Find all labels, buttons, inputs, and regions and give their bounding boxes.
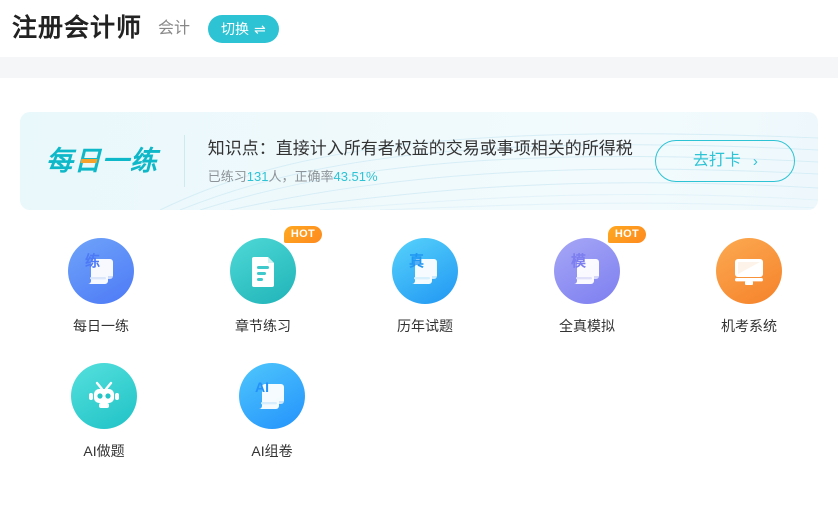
daily-practice-banner[interactable]: 每日一练 知识点：直接计入所有者权益的交易或事项相关的所得税 已练习131人，正…: [20, 112, 818, 210]
icon-wrap: 练: [68, 238, 134, 304]
banner-action-block: 去打卡 ›: [633, 140, 818, 182]
daily-practice-logo: 每日一练: [45, 145, 158, 176]
icon-char-overlay: 练: [85, 253, 101, 270]
robot-shape: [89, 381, 119, 408]
feature-grid-row: AI做题 AI AI组卷: [20, 363, 830, 458]
practiced-count: 131: [246, 169, 269, 185]
document-shape: [252, 257, 274, 287]
hot-badge: HOT: [607, 226, 646, 243]
feature-item-label: AI做题: [83, 443, 125, 459]
page-header: 注册会计师 会计 切换 ⇌: [0, 0, 838, 57]
feature-item-past-exams[interactable]: 真 历年试题: [344, 238, 506, 333]
icon-char-overlay: 真: [409, 253, 425, 270]
page-root: 注册会计师 会计 切换 ⇌ 每日一练 知识点：直接计入所有者权益的交易或事项相关…: [0, 0, 838, 517]
banner-logo-block: 每日一练: [20, 112, 184, 210]
banner-text-block: 知识点：直接计入所有者权益的交易或事项相关的所得税 已练习131人，正确率43.…: [185, 139, 633, 183]
feature-item-label: 每日一练: [73, 318, 129, 334]
icon-char-overlay: 模: [571, 253, 587, 270]
chevron-right-icon: ›: [752, 152, 758, 170]
feature-item-label: 全真模拟: [559, 318, 615, 334]
feature-item-label: 章节练习: [235, 318, 291, 334]
subject-label: 会计: [158, 19, 191, 37]
header-divider: [0, 57, 838, 78]
knowledge-point-text: 知识点：直接计入所有者权益的交易或事项相关的所得税: [207, 138, 633, 158]
feature-grid: 练 每日一练 HOT 章节练习 真 历年试题 模 HOT 全真模拟 机考系统 A…: [20, 226, 830, 488]
feature-grid-row: 练 每日一练 HOT 章节练习 真 历年试题 模 HOT 全真模拟 机考系统: [20, 226, 830, 334]
swap-arrows-icon: ⇌: [254, 20, 266, 37]
feature-item-daily-practice[interactable]: 练 每日一练: [20, 238, 182, 333]
accuracy-rate: 43.51%: [333, 169, 378, 185]
feature-item-chapter-practice[interactable]: HOT 章节练习: [182, 226, 344, 334]
scroll-mock-icon: [554, 238, 620, 304]
document-lines-icon: [230, 238, 296, 304]
book-real-icon: [392, 238, 458, 304]
monitor-icon: [716, 238, 782, 304]
practice-stats: 已练习131人，正确率43.51%: [208, 170, 633, 183]
switch-button-label: 切换: [221, 20, 250, 37]
daily-practice-logo-text: 每日一练: [45, 145, 158, 176]
feature-item-label: AI组卷: [251, 443, 293, 459]
icon-wrap: AI: [239, 363, 305, 429]
hot-badge: HOT: [283, 226, 322, 243]
feature-item-cbt-system[interactable]: 机考系统: [668, 238, 830, 333]
monitor-shape: [735, 259, 763, 285]
logo-orange-accent-bar: [80, 158, 98, 163]
scroll-ai-icon: [239, 363, 305, 429]
robot-head-icon: [71, 363, 137, 429]
scroll-practice-icon: [68, 238, 134, 304]
check-in-button[interactable]: 去打卡 ›: [655, 140, 796, 182]
icon-wrap: 模 HOT: [554, 226, 646, 304]
stats-middle: 人，正确率: [268, 169, 334, 185]
icon-wrap: HOT: [230, 226, 322, 304]
stats-prefix: 已练习: [207, 169, 247, 185]
feature-item-ai-paper[interactable]: AI AI组卷: [188, 363, 356, 458]
page-title: 注册会计师: [12, 14, 143, 42]
feature-item-full-mock[interactable]: 模 HOT 全真模拟: [506, 226, 668, 334]
icon-wrap: 真: [392, 238, 458, 304]
feature-item-label: 机考系统: [721, 318, 777, 334]
feature-item-ai-practice[interactable]: AI做题: [20, 363, 188, 458]
icon-char-overlay: AI: [255, 379, 269, 395]
icon-wrap: [716, 238, 782, 304]
icon-wrap: [71, 363, 137, 429]
switch-subject-button[interactable]: 切换 ⇌: [208, 14, 279, 43]
feature-item-label: 历年试题: [397, 318, 453, 334]
check-in-button-label: 去打卡: [692, 152, 741, 169]
